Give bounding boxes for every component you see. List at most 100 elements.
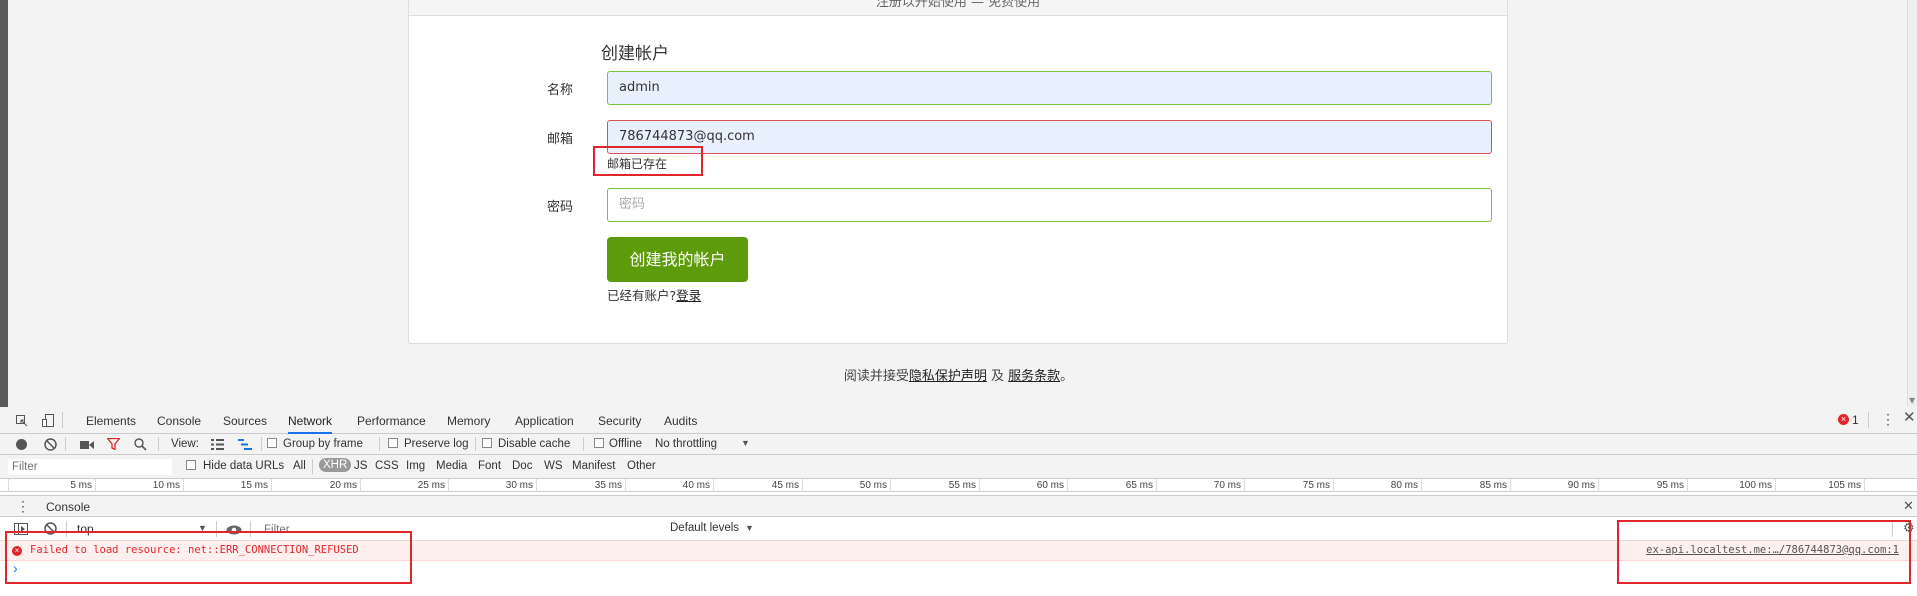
timeline-tick: 15 ms bbox=[183, 479, 271, 492]
timeline-tick: 50 ms bbox=[802, 479, 890, 492]
tab-security[interactable]: Security bbox=[598, 414, 641, 428]
preserve-log-checkbox[interactable] bbox=[388, 438, 398, 448]
device-toolbar-icon[interactable] bbox=[42, 414, 54, 429]
footer-and: 及 bbox=[986, 369, 1009, 384]
record-icon[interactable] bbox=[16, 439, 27, 450]
offline-checkbox[interactable] bbox=[594, 438, 604, 448]
timeline-tick: 65 ms bbox=[1067, 479, 1156, 492]
email-input[interactable]: 786744873@qq.com bbox=[607, 120, 1492, 154]
timeline-tick: 55 ms bbox=[890, 479, 979, 492]
type-filter-img[interactable]: Img bbox=[406, 460, 425, 472]
tab-application[interactable]: Application bbox=[515, 414, 574, 428]
name-input[interactable]: admin bbox=[607, 71, 1492, 105]
timeline-tick: 90 ms bbox=[1510, 479, 1598, 492]
type-filter-css[interactable]: CSS bbox=[375, 460, 399, 472]
console-drawer-header: ⋮ Console ✕ bbox=[0, 495, 1917, 519]
clear-icon[interactable] bbox=[44, 438, 57, 454]
more-options-icon[interactable]: ⋮ bbox=[1881, 412, 1895, 426]
view-label: View: bbox=[171, 438, 199, 450]
waterfall-icon[interactable] bbox=[238, 439, 252, 453]
capture-screenshots-icon[interactable] bbox=[80, 439, 94, 453]
timeline-tick: 20 ms bbox=[271, 479, 360, 492]
tab-audits[interactable]: Audits bbox=[664, 414, 697, 428]
group-by-frame-label: Group by frame bbox=[283, 438, 363, 450]
toolbar-separator bbox=[379, 437, 380, 451]
timeline-tick: 95 ms bbox=[1598, 479, 1687, 492]
page-scrollbar[interactable]: ▼ bbox=[1907, 0, 1917, 407]
timeline-tick: 35 ms bbox=[536, 479, 625, 492]
type-filter-manifest[interactable]: Manifest bbox=[572, 460, 615, 472]
toolbar-separator bbox=[261, 437, 262, 451]
tab-elements[interactable]: Elements bbox=[86, 414, 136, 428]
close-drawer-icon[interactable]: ✕ bbox=[1903, 499, 1914, 512]
highlight-box-console-error bbox=[5, 531, 412, 584]
group-by-frame-checkbox[interactable] bbox=[267, 438, 277, 448]
timeline-tick: 10 ms bbox=[95, 479, 183, 492]
timeline-tick: 25 ms bbox=[360, 479, 448, 492]
levels-dropdown-icon[interactable]: ▼ bbox=[745, 523, 754, 533]
email-label: 邮箱 bbox=[547, 132, 574, 147]
type-filter-font[interactable]: Font bbox=[478, 460, 501, 472]
error-count[interactable]: 1 bbox=[1852, 413, 1859, 427]
signup-card: 注册以开始使用 — 免费使用 创建帐户 名称 admin 邮箱 78674487… bbox=[408, 0, 1508, 344]
type-filter-js[interactable]: JS bbox=[354, 460, 367, 472]
tab-console[interactable]: Console bbox=[157, 414, 201, 428]
terms-footer: 阅读并接受隐私保护声明 及 服务条款。 bbox=[0, 365, 1917, 384]
timeline-tick: 105 ms bbox=[1775, 479, 1864, 492]
form-title: 创建帐户 bbox=[601, 44, 669, 64]
type-filter-media[interactable]: Media bbox=[436, 460, 467, 472]
type-filter-xhr[interactable]: XHR bbox=[319, 458, 352, 472]
left-window-edge bbox=[0, 0, 8, 407]
terms-link[interactable]: 服务条款 bbox=[1008, 369, 1060, 384]
search-icon[interactable] bbox=[134, 438, 147, 454]
large-rows-icon[interactable] bbox=[211, 439, 224, 453]
timeline-tick: 70 ms bbox=[1156, 479, 1244, 492]
tab-network[interactable]: Network bbox=[288, 414, 333, 434]
timeline-tick: 60 ms bbox=[979, 479, 1067, 492]
disable-cache-label: Disable cache bbox=[498, 438, 571, 450]
tab-memory[interactable]: Memory bbox=[447, 414, 490, 428]
filter-icon[interactable] bbox=[106, 437, 121, 453]
login-row: 已经有账户?登录 bbox=[607, 285, 701, 304]
error-count-icon[interactable]: × bbox=[1838, 414, 1849, 425]
drawer-menu-icon[interactable]: ⋮ bbox=[16, 499, 30, 513]
type-filter-doc[interactable]: Doc bbox=[512, 460, 532, 472]
close-devtools-icon[interactable]: ✕ bbox=[1903, 410, 1916, 425]
timeline-tick bbox=[1864, 479, 1909, 492]
throttling-dropdown-icon[interactable]: ▼ bbox=[741, 438, 750, 448]
scroll-down-arrow-icon[interactable]: ▼ bbox=[1909, 396, 1915, 405]
privacy-link[interactable]: 隐私保护声明 bbox=[909, 369, 987, 384]
toolbar-separator bbox=[583, 437, 584, 451]
disable-cache-checkbox[interactable] bbox=[482, 438, 492, 448]
inspect-element-icon[interactable] bbox=[16, 415, 28, 429]
preserve-log-label: Preserve log bbox=[404, 438, 469, 450]
type-filter-ws[interactable]: WS bbox=[544, 460, 563, 472]
toolbar-separator bbox=[1868, 412, 1869, 428]
offline-label: Offline bbox=[609, 438, 643, 450]
toolbar-separator bbox=[312, 459, 313, 474]
card-header-text: 注册以开始使用 — 免费使用 bbox=[875, 0, 1041, 10]
highlight-box-email-error bbox=[593, 146, 703, 176]
toolbar-separator bbox=[62, 412, 63, 428]
default-levels-select[interactable]: Default levels bbox=[670, 522, 739, 534]
timeline-ruler: 5 ms 10 ms 15 ms 20 ms 25 ms 30 ms 35 ms… bbox=[0, 479, 1917, 492]
password-label: 密码 bbox=[547, 200, 574, 215]
create-account-button[interactable]: 创建我的帐户 bbox=[607, 237, 748, 282]
password-input[interactable]: 密码 bbox=[607, 188, 1492, 222]
timeline-tick: 30 ms bbox=[448, 479, 536, 492]
timeline-tick: 40 ms bbox=[625, 479, 713, 492]
type-filter-all[interactable]: All bbox=[293, 460, 306, 472]
highlight-box-error-source bbox=[1617, 520, 1911, 584]
timeline-tick: 85 ms bbox=[1421, 479, 1510, 492]
throttling-select[interactable]: No throttling bbox=[655, 438, 717, 450]
hide-data-urls-checkbox[interactable] bbox=[186, 460, 196, 470]
tab-sources[interactable]: Sources bbox=[223, 414, 267, 428]
timeline-tick: 80 ms bbox=[1333, 479, 1421, 492]
type-filter-other[interactable]: Other bbox=[627, 460, 656, 472]
tab-performance[interactable]: Performance bbox=[357, 414, 426, 428]
login-link[interactable]: 登录 bbox=[676, 288, 701, 303]
timeline-tick: 75 ms bbox=[1244, 479, 1333, 492]
toolbar-separator bbox=[475, 437, 476, 451]
hide-data-urls-label: Hide data URLs bbox=[203, 460, 285, 472]
network-filter-input[interactable] bbox=[8, 459, 172, 475]
